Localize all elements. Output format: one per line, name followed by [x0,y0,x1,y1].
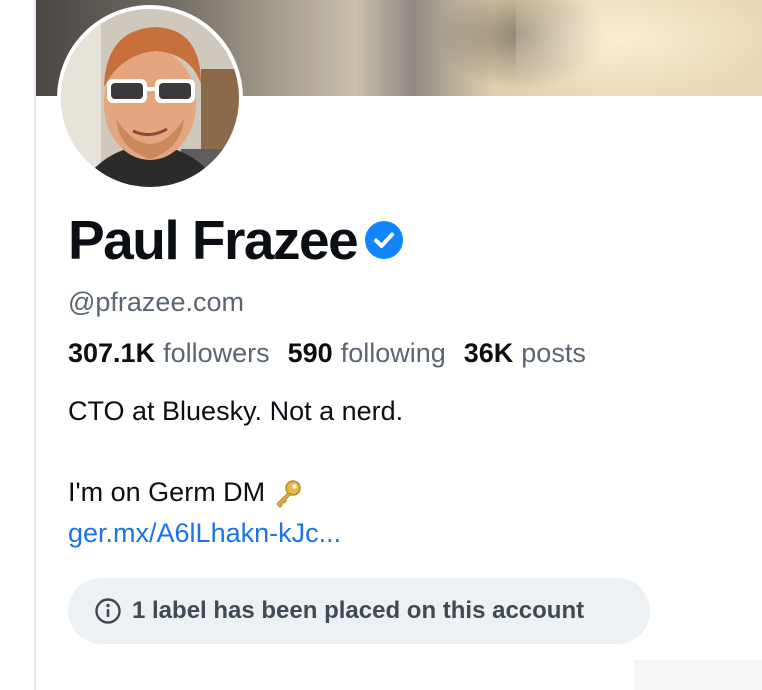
info-icon [95,598,121,624]
posts-count: 36K [463,338,514,368]
partial-panel-corner [634,660,762,690]
account-label-notice-button[interactable]: 1 label has been placed on this account [68,578,650,644]
followers-stat[interactable]: 307.1K followers [68,338,270,369]
followers-count: 307.1K [68,338,156,368]
profile-avatar[interactable] [57,5,243,191]
bio-line-1: CTO at Bluesky. Not a nerd. [68,396,404,426]
banner-haze [516,0,762,96]
following-stat[interactable]: 590 following [288,338,446,369]
bio-link[interactable]: ger.mx/A6lLhakn-kJc... [68,518,341,549]
following-label: following [340,338,446,368]
display-name: Paul Frazee [68,208,359,271]
posts-label: posts [521,338,586,368]
profile-name-row: Paul Frazee [68,205,404,275]
profile-handle: @pfrazee.com [68,287,244,317]
key-icon [273,478,303,508]
following-count: 590 [287,338,333,368]
label-notice-text: 1 label has been placed on this account [132,597,585,624]
followers-label: followers [163,338,270,368]
content-left-border [34,0,36,690]
verified-check-icon[interactable] [365,221,404,259]
bio-line-2: I'm on Germ DM [68,477,303,508]
avatar-portrait [61,9,239,187]
bio-line-2-text: I'm on Germ DM [68,477,266,507]
posts-stat: 36K posts [464,338,586,369]
profile-stats: 307.1K followers 590 following 36K posts [68,338,604,369]
